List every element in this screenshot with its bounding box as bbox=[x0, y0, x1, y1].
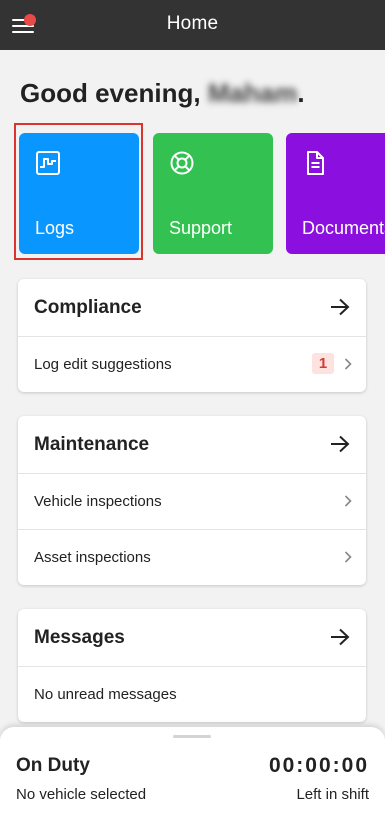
drag-handle[interactable] bbox=[173, 735, 211, 738]
chevron-right-icon bbox=[344, 551, 352, 563]
no-messages-row: No unread messages bbox=[18, 666, 366, 722]
compliance-header[interactable]: Compliance bbox=[18, 279, 366, 336]
count-badge: 1 bbox=[312, 353, 334, 374]
messages-header[interactable]: Messages bbox=[18, 609, 366, 666]
log-edit-suggestions-row[interactable]: Log edit suggestions 1 bbox=[18, 336, 366, 392]
row-label: Log edit suggestions bbox=[34, 356, 172, 373]
chevron-right-icon bbox=[344, 495, 352, 507]
maintenance-title: Maintenance bbox=[34, 434, 150, 455]
maintenance-card: Maintenance Vehicle inspections Asset in… bbox=[18, 416, 366, 585]
duty-status-sheet[interactable]: On Duty 00:00:00 No vehicle selected Lef… bbox=[0, 727, 385, 819]
maintenance-header[interactable]: Maintenance bbox=[18, 416, 366, 473]
compliance-title: Compliance bbox=[34, 297, 142, 318]
messages-title: Messages bbox=[34, 627, 125, 648]
messages-card: Messages No unread messages bbox=[18, 609, 366, 722]
compliance-card: Compliance Log edit suggestions 1 bbox=[18, 279, 366, 392]
documents-tile[interactable]: Documents bbox=[286, 133, 385, 254]
page-title: Home bbox=[166, 13, 219, 34]
documents-tile-label: Documents bbox=[302, 218, 385, 238]
greeting: Good evening, Maham. bbox=[20, 78, 305, 109]
duty-status: On Duty bbox=[16, 755, 90, 776]
arrow-right-icon bbox=[331, 298, 350, 316]
row-label: Asset inspections bbox=[34, 549, 151, 566]
arrow-right-icon bbox=[331, 628, 350, 646]
asset-inspections-row[interactable]: Asset inspections bbox=[18, 529, 366, 585]
shift-timer: 00:00:00 bbox=[268, 754, 369, 777]
selection-highlight bbox=[14, 123, 143, 260]
support-tile-label: Support bbox=[169, 218, 233, 238]
row-label: Vehicle inspections bbox=[34, 493, 162, 510]
greeting-prefix: Good evening, bbox=[20, 78, 201, 108]
document-icon bbox=[307, 151, 324, 175]
support-tile[interactable]: Support bbox=[153, 133, 273, 254]
arrow-right-icon bbox=[331, 435, 350, 453]
top-app-bar: Home bbox=[0, 0, 385, 50]
chevron-right-icon bbox=[344, 358, 352, 370]
user-name: Maham bbox=[207, 78, 298, 108]
vehicle-inspections-row[interactable]: Vehicle inspections bbox=[18, 473, 366, 529]
row-label: No unread messages bbox=[34, 686, 177, 703]
greeting-suffix: . bbox=[297, 78, 305, 108]
vehicle-status: No vehicle selected bbox=[16, 786, 147, 803]
lifebuoy-icon bbox=[170, 151, 194, 175]
timer-caption: Left in shift bbox=[296, 786, 369, 803]
